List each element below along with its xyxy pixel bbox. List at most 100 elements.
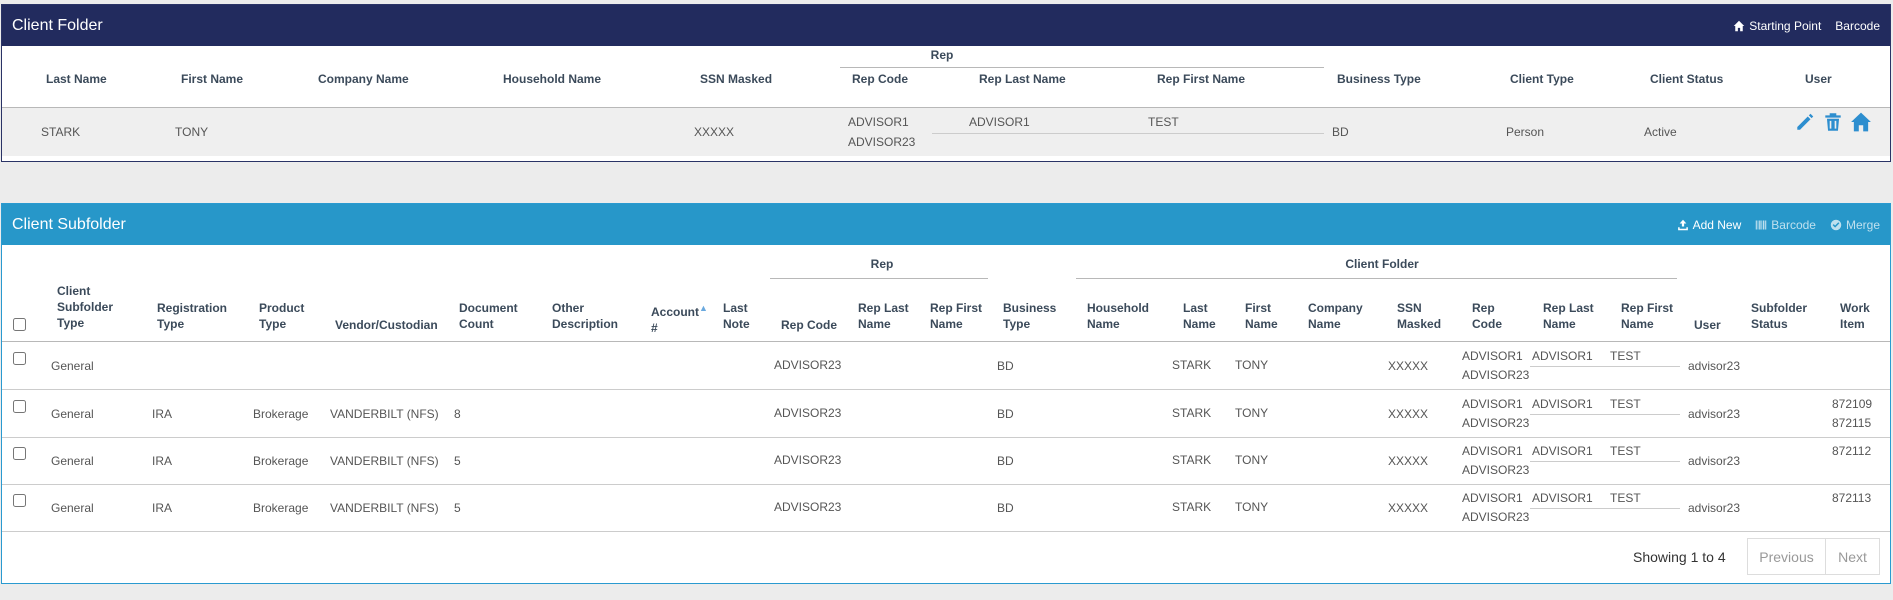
col-work-item[interactable]: Work Item — [1840, 300, 1870, 332]
col-last-name[interactable]: Last Name — [46, 71, 107, 87]
col-rep-first-name-line: Name — [930, 317, 963, 331]
row-vendor: VANDERBILT (NFS) — [330, 501, 439, 515]
col-cf-rep-code[interactable]: Rep Code — [1472, 300, 1502, 332]
row-rep-code: ADVISOR23 — [774, 453, 842, 467]
col-first-name[interactable]: First Name — [1245, 300, 1278, 332]
row-cf-rep-code-2: ADVISOR23 — [1462, 416, 1530, 430]
col-ssn-masked[interactable]: SSN Masked — [700, 71, 772, 87]
col-subfolder-type[interactable]: Client Subfolder Type — [57, 283, 113, 331]
col-vendor-custodian[interactable]: Vendor/Custodian — [335, 317, 438, 333]
col-rep-last-name-line: Name — [858, 317, 891, 331]
client-folder-group-header: Client Folder — [1345, 257, 1419, 271]
col-rep-code[interactable]: Rep Code — [852, 71, 908, 87]
row-last-name: STARK — [1172, 406, 1212, 420]
col-user[interactable]: User — [1805, 71, 1832, 87]
row-checkbox[interactable] — [13, 447, 26, 460]
col-account-line: Account — [651, 305, 699, 319]
row-business-type: BD — [997, 454, 1014, 468]
col-business-type[interactable]: Business Type — [1003, 300, 1056, 332]
row-document-count: 5 — [454, 501, 461, 515]
col-rep-last-name[interactable]: Rep Last Name — [979, 71, 1066, 87]
col-registration-type-line: Type — [157, 317, 185, 331]
row-checkbox[interactable] — [13, 494, 26, 507]
row-user: advisor23 — [1688, 501, 1741, 515]
merge-label: Merge — [1845, 217, 1880, 232]
col-cf-rep-last-name[interactable]: Rep Last Name — [1543, 300, 1594, 332]
row-checkbox[interactable] — [13, 352, 26, 365]
row-cf-rep-code-2: ADVISOR23 — [1462, 510, 1530, 524]
col-subfolder-status[interactable]: Subfolder Status — [1751, 300, 1807, 332]
client-subfolder-panel: Client Subfolder Add New Barcode Merge R… — [1, 203, 1891, 584]
col-ssn-masked-line: SSN — [1397, 301, 1422, 315]
col-ssn-masked[interactable]: SSN Masked — [1397, 300, 1441, 332]
merge-button[interactable]: Merge — [1830, 218, 1880, 232]
row-vendor: VANDERBILT (NFS) — [330, 407, 439, 421]
col-first-name-line: First — [1245, 301, 1272, 315]
sort-ascending-icon: ▲ — [699, 303, 708, 313]
rep-group-divider — [770, 278, 988, 279]
cell-client-status: Active — [1644, 125, 1677, 139]
row-checkbox[interactable] — [13, 400, 26, 413]
row-work-item-1[interactable]: 872109 — [1832, 397, 1872, 412]
col-household-name[interactable]: Household Name — [503, 71, 601, 87]
col-last-name-line: Name — [1183, 317, 1216, 331]
add-new-button[interactable]: Add New — [1677, 218, 1741, 232]
col-first-name[interactable]: First Name — [181, 71, 243, 87]
col-cf-rep-code-line: Code — [1472, 317, 1502, 331]
col-user[interactable]: User — [1694, 317, 1721, 333]
col-rep-first-name[interactable]: Rep First Name — [1157, 71, 1245, 87]
trash-icon — [1825, 113, 1841, 131]
col-last-name[interactable]: Last Name — [1183, 300, 1216, 332]
row-work-item-2[interactable]: 872115 — [1832, 416, 1871, 431]
row-work-item-1[interactable]: 872113 — [1832, 491, 1871, 506]
row-vendor: VANDERBILT (NFS) — [330, 454, 439, 468]
col-document-count[interactable]: Document Count — [459, 300, 518, 332]
col-rep-first-name-line: Rep First — [930, 301, 983, 315]
cell-rep-code-1: ADVISOR1 — [848, 115, 909, 129]
row-cf-rep-last: ADVISOR1 — [1532, 349, 1593, 363]
col-client-status[interactable]: Client Status — [1650, 71, 1723, 87]
edit-button[interactable] — [1794, 111, 1816, 133]
delete-button[interactable] — [1822, 111, 1844, 133]
col-rep-first-name[interactable]: Rep First Name — [930, 300, 982, 332]
col-registration-type[interactable]: Registration Type — [157, 300, 227, 332]
client-folder-row — [2, 108, 1890, 156]
previous-button[interactable]: Previous — [1747, 538, 1826, 575]
col-cf-rep-first-name[interactable]: Rep First Name — [1621, 300, 1673, 332]
select-all-checkbox[interactable] — [13, 318, 26, 331]
col-product-type[interactable]: Product Type — [259, 300, 304, 332]
col-household-name[interactable]: Household Name — [1087, 300, 1149, 332]
subfolder-barcode-button[interactable]: Barcode — [1755, 218, 1816, 232]
cell-client-type: Person — [1506, 125, 1545, 139]
row-cf-rep-code-1: ADVISOR1 — [1462, 491, 1523, 505]
col-company-name[interactable]: Company Name — [318, 71, 409, 87]
col-cf-rep-code-line: Rep — [1472, 301, 1495, 315]
col-company-name-line: Company — [1308, 301, 1363, 315]
row-work-item-1[interactable]: 872112 — [1832, 444, 1871, 459]
col-company-name[interactable]: Company Name — [1308, 300, 1363, 332]
client-folder-group-divider — [1076, 278, 1677, 279]
row-cf-rep-first: TEST — [1610, 444, 1641, 458]
row-cf-rep-code-1: ADVISOR1 — [1462, 397, 1523, 411]
row-product-type: Brokerage — [253, 454, 309, 468]
starting-point-link[interactable]: Starting Point — [1733, 19, 1821, 33]
rep-group-header: Rep — [930, 48, 954, 62]
row-registration-type: IRA — [152, 454, 173, 468]
col-client-type[interactable]: Client Type — [1510, 71, 1574, 87]
next-button[interactable]: Next — [1826, 538, 1880, 575]
client-folder-barcode-link[interactable]: Barcode — [1835, 19, 1880, 33]
client-folder-panel: Client Folder Starting Point Barcode Rep… — [1, 4, 1891, 162]
row-cf-rep-code-1: ADVISOR1 — [1462, 349, 1523, 363]
col-cf-rep-first-name-line: Name — [1621, 317, 1654, 331]
col-last-note[interactable]: Last Note — [723, 300, 750, 332]
col-rep-code[interactable]: Rep Code — [781, 317, 837, 333]
cell-rep-last-name: ADVISOR1 — [969, 115, 1030, 129]
col-other-description[interactable]: Other Description — [552, 300, 618, 332]
row-rep-code: ADVISOR23 — [774, 500, 842, 514]
col-rep-last-name[interactable]: Rep Last Name — [858, 300, 909, 332]
col-account-number[interactable]: Account▲ # — [651, 300, 708, 336]
col-subfolder-type-line: Type — [57, 316, 85, 330]
home-button[interactable] — [1850, 111, 1872, 133]
col-business-type[interactable]: Business Type — [1337, 71, 1421, 87]
row-ssn: XXXXX — [1388, 454, 1429, 468]
